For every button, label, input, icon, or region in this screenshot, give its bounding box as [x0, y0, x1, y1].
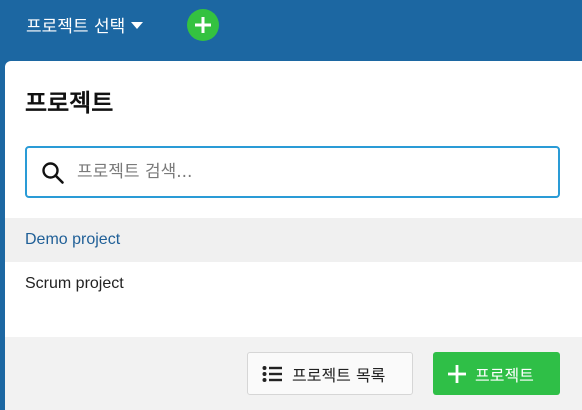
panel-footer: 프로젝트 목록 프로젝트: [5, 337, 582, 410]
project-dropdown-panel: 프로젝트 Demo project Scrum project 프로젝트 목록: [5, 61, 582, 410]
add-project-circle-button[interactable]: [187, 9, 219, 41]
search-input[interactable]: [77, 148, 547, 196]
caret-down-icon: [131, 21, 144, 29]
project-item-label: Scrum project: [25, 275, 124, 292]
plus-icon: [195, 17, 211, 33]
project-item-scrum[interactable]: Scrum project: [5, 262, 582, 306]
project-item-label: Demo project: [25, 231, 121, 248]
project-list: Demo project Scrum project: [5, 218, 582, 306]
add-project-button[interactable]: 프로젝트: [433, 352, 560, 395]
top-navbar: 프로젝트 선택: [0, 0, 582, 48]
list-icon: [262, 365, 282, 382]
project-list-button-label: 프로젝트 목록: [292, 365, 386, 385]
add-project-button-label: 프로젝트: [475, 365, 534, 385]
project-list-button[interactable]: 프로젝트 목록: [247, 352, 413, 395]
project-select-label: 프로젝트 선택: [26, 16, 126, 37]
search-icon: [42, 162, 64, 184]
plus-icon: [448, 364, 466, 383]
project-select-dropdown[interactable]: 프로젝트 선택: [26, 10, 144, 38]
search-field[interactable]: [25, 146, 560, 198]
panel-title: 프로젝트: [25, 89, 114, 117]
project-item-demo[interactable]: Demo project: [5, 218, 582, 262]
